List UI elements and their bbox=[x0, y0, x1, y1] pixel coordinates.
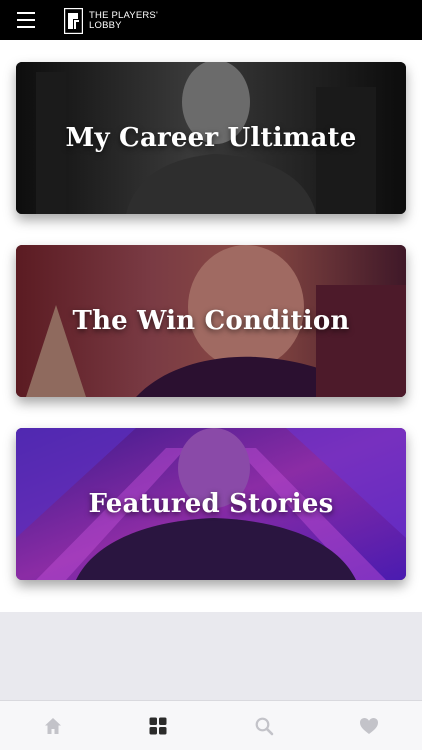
tab-search[interactable] bbox=[211, 701, 317, 750]
tab-favorites[interactable] bbox=[317, 701, 422, 750]
card-my-career-ultimate[interactable]: My Career Ultimate bbox=[16, 62, 406, 214]
tab-categories[interactable] bbox=[106, 701, 212, 750]
tab-home[interactable] bbox=[0, 701, 106, 750]
card-title: My Career Ultimate bbox=[65, 123, 357, 153]
tab-bar bbox=[0, 700, 422, 750]
card-the-win-condition[interactable]: The Win Condition bbox=[16, 245, 406, 397]
home-icon bbox=[44, 717, 61, 734]
top-bar: THE PLAYERS' LOBBY bbox=[0, 0, 422, 40]
heart-icon bbox=[360, 717, 379, 734]
search-icon bbox=[255, 717, 274, 735]
category-list: My Career Ultimate The Win Condition Fea… bbox=[0, 40, 422, 612]
app-logo[interactable]: THE PLAYERS' LOBBY bbox=[64, 7, 158, 34]
grid-icon bbox=[149, 717, 167, 734]
logo-mark-icon bbox=[64, 7, 83, 34]
logo-text: THE PLAYERS' LOBBY bbox=[89, 9, 158, 31]
card-title: The Win Condition bbox=[72, 306, 350, 336]
card-title: Featured Stories bbox=[88, 489, 334, 519]
empty-area bbox=[0, 612, 422, 700]
card-featured-stories[interactable]: Featured Stories bbox=[16, 428, 406, 580]
logo-line-2: LOBBY bbox=[89, 19, 122, 31]
hamburger-icon[interactable] bbox=[17, 11, 35, 29]
logo-line-1: THE PLAYERS' bbox=[89, 9, 158, 21]
